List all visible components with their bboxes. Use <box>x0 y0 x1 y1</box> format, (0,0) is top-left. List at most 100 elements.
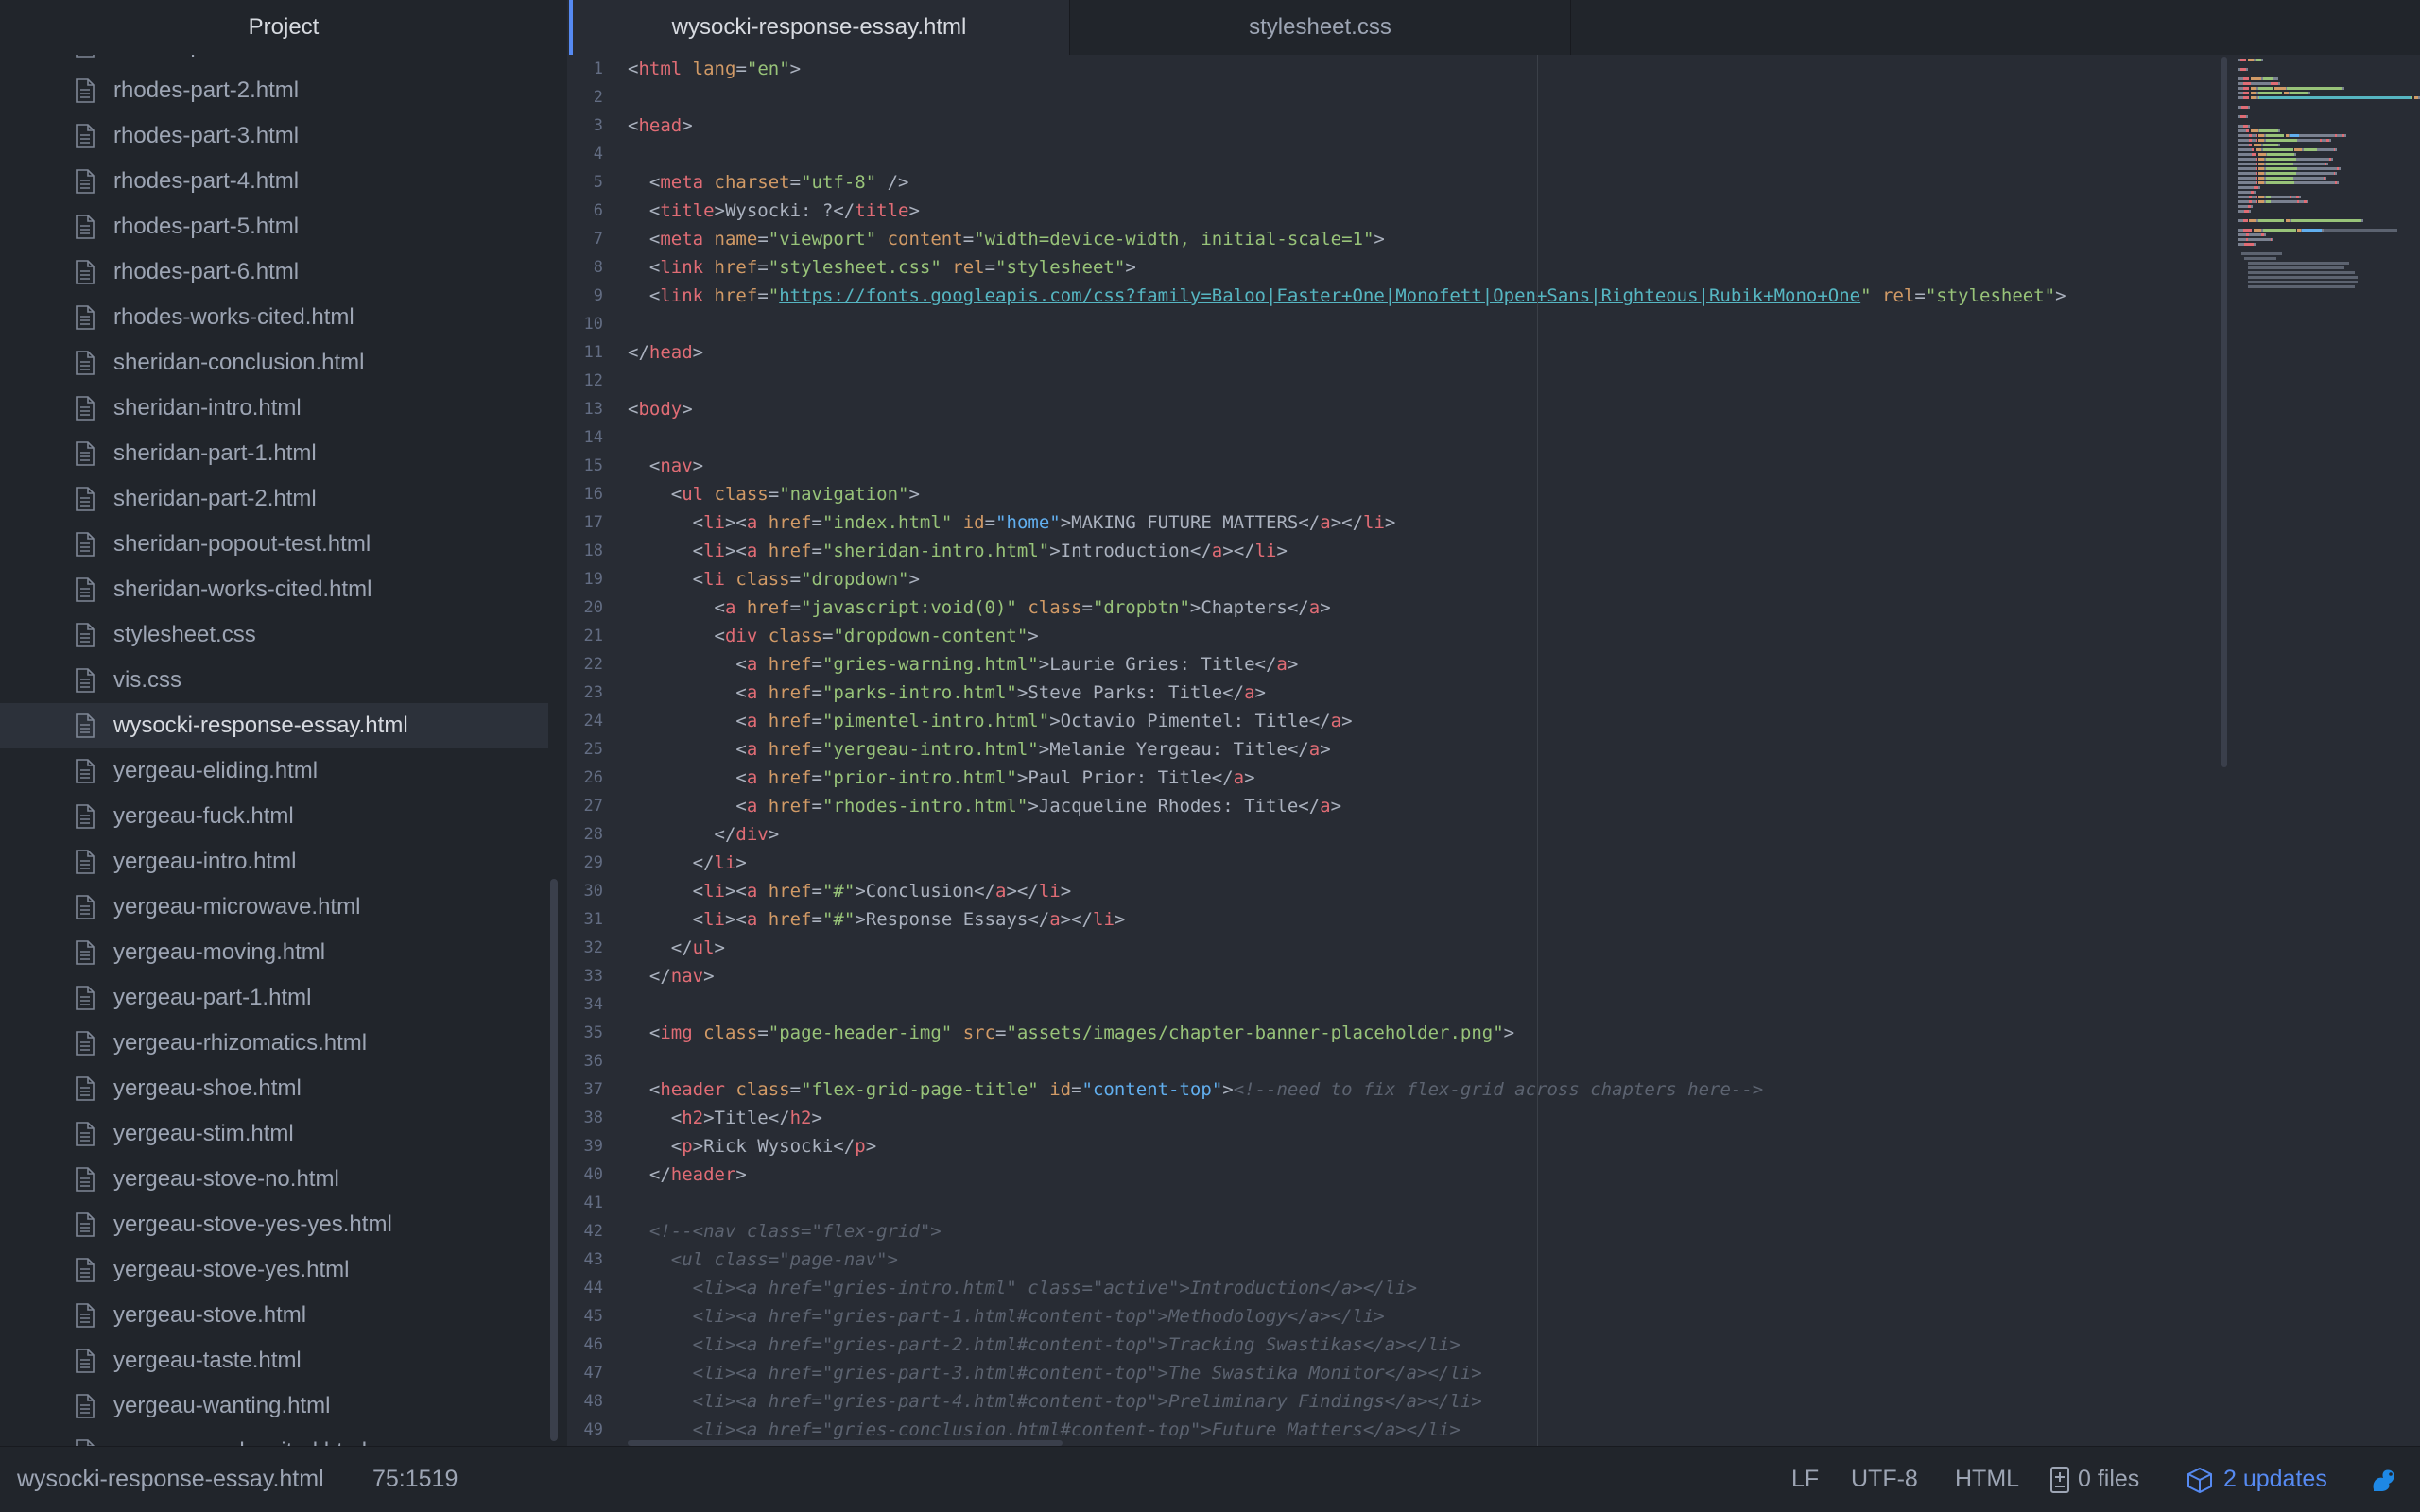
code-line[interactable]: <a href="gries-warning.html">Laurie Grie… <box>628 650 1298 679</box>
file-tree[interactable]: rhodes-part-1.htmlrhodes-part-2.htmlrhod… <box>0 0 548 1446</box>
code-token: = <box>821 626 834 646</box>
code-line[interactable]: <head> <box>628 112 693 140</box>
code-line[interactable]: <nav> <box>628 452 703 480</box>
code-area[interactable]: <html lang="en"> <head> <meta charset="ut… <box>628 55 2235 1446</box>
code-line[interactable]: <link href="https://fonts.googleapis.com… <box>628 282 2066 310</box>
code-line[interactable]: <li><a href="index.html" id="home">MAKIN… <box>628 508 1396 537</box>
code-line[interactable]: </ul> <box>628 934 725 962</box>
code-line[interactable]: <li><a href="gries-part-4.html#content-t… <box>628 1387 1482 1416</box>
code-line[interactable]: <meta charset="utf-8" /> <box>628 168 909 197</box>
status-encoding[interactable]: UTF-8 <box>1851 1447 1918 1511</box>
file-item[interactable]: yergeau-rhizomatics.html <box>0 1021 548 1066</box>
minimap-token <box>2238 191 2251 194</box>
file-item[interactable]: yergeau-stove-yes.html <box>0 1247 548 1293</box>
status-line-ending[interactable]: LF <box>1791 1447 1819 1511</box>
status-grammar[interactable]: HTML <box>1955 1447 2019 1511</box>
minimap-token <box>2255 181 2257 184</box>
file-item[interactable]: vis.css <box>0 658 548 703</box>
file-item[interactable]: yergeau-fuck.html <box>0 794 548 839</box>
code-line[interactable]: </li> <box>628 849 747 877</box>
code-line[interactable]: <h2>Title</h2> <box>628 1104 822 1132</box>
code-line[interactable]: <li><a href="#">Response Essays</a></li> <box>628 905 1126 934</box>
file-item[interactable]: sheridan-popout-test.html <box>0 522 548 567</box>
status-updates[interactable]: 2 updates <box>2186 1447 2327 1511</box>
status-file-path[interactable]: wysocki-response-essay.html <box>17 1447 324 1511</box>
file-item[interactable]: yergeau-intro.html <box>0 839 548 885</box>
status-git-files[interactable]: 0 files <box>2049 1447 2139 1511</box>
code-line[interactable]: </nav> <box>628 962 715 990</box>
file-item[interactable]: yergeau-eliding.html <box>0 748 548 794</box>
file-item[interactable]: yergeau-wanting.html <box>0 1383 548 1429</box>
file-item[interactable]: yergeau-stove.html <box>0 1293 548 1338</box>
code-line[interactable]: <li><a href="#">Conclusion</a></li> <box>628 877 1072 905</box>
file-item[interactable]: yergeau-part-1.html <box>0 975 548 1021</box>
code-line[interactable]: <p>Rick Wysocki</p> <box>628 1132 876 1160</box>
code-editor[interactable]: 1 2 3 4 5 6 7 8 9 10 11 12 13 14 15 16 17 18 19 20 21 22 23 24 2… <box>569 55 2420 1446</box>
code-line[interactable]: <title>Wysocki: ?</title> <box>628 197 920 225</box>
file-item[interactable]: sheridan-intro.html <box>0 386 548 431</box>
file-item[interactable]: sheridan-part-1.html <box>0 431 548 476</box>
code-line[interactable]: <li><a href="gries-part-1.html#content-t… <box>628 1302 1385 1331</box>
editor-scrollbar[interactable] <box>2221 57 2227 767</box>
code-line[interactable]: <html lang="en"> <box>628 55 801 83</box>
code-line[interactable]: <div class="dropdown-content"> <box>628 622 1039 650</box>
file-item[interactable]: sheridan-conclusion.html <box>0 340 548 386</box>
code-line[interactable]: <!--<nav class="flex-grid"> <box>628 1217 942 1246</box>
code-token: </ <box>628 342 649 363</box>
code-line[interactable]: <a href="yergeau-intro.html">Melanie Yer… <box>628 735 1330 764</box>
file-item[interactable]: stylesheet.css <box>0 612 548 658</box>
tab-wysocki-response-essay[interactable]: wysocki-response-essay.html <box>569 0 1070 55</box>
file-item[interactable]: yergeau-shoe.html <box>0 1066 548 1111</box>
file-item[interactable]: yergeau-moving.html <box>0 930 548 975</box>
file-item[interactable]: rhodes-part-5.html <box>0 204 548 249</box>
code-line[interactable]: </header> <box>628 1160 747 1189</box>
code-line[interactable]: <meta name="viewport" content="width=dev… <box>628 225 1385 253</box>
squirrel-icon[interactable] <box>2368 1447 2398 1511</box>
code-line[interactable]: <a href="rhodes-intro.html">Jacqueline R… <box>628 792 1341 820</box>
code-line[interactable]: <ul class="navigation"> <box>628 480 920 508</box>
code-line[interactable]: <a href="pimentel-intro.html">Octavio Pi… <box>628 707 1352 735</box>
file-item[interactable]: sheridan-part-2.html <box>0 476 548 522</box>
code-token: href <box>768 541 812 561</box>
code-line[interactable]: </head> <box>628 338 703 367</box>
code-line[interactable]: </div> <box>628 820 780 849</box>
status-cursor-position[interactable]: 75:1519 <box>372 1447 458 1511</box>
code-line[interactable]: <li><a href="gries-part-3.html#content-t… <box>628 1359 1482 1387</box>
sidebar-scrollbar[interactable] <box>550 879 558 1441</box>
file-item[interactable]: yergeau-stim.html <box>0 1111 548 1157</box>
file-item[interactable]: yergeau-stove-no.html <box>0 1157 548 1202</box>
file-item[interactable]: wysocki-response-essay.html <box>0 703 548 748</box>
code-line[interactable]: <a href="javascript:void(0)" class="drop… <box>628 593 1331 622</box>
file-item[interactable]: rhodes-part-4.html <box>0 159 548 204</box>
code-token: > <box>682 115 693 136</box>
minimap-token <box>2257 87 2273 90</box>
code-line[interactable]: <img class="page-header-img" src="assets… <box>628 1019 1514 1047</box>
file-item[interactable]: rhodes-part-6.html <box>0 249 548 295</box>
line-number: 33 <box>583 967 603 986</box>
code-line[interactable]: <link href="stylesheet.css" rel="stylesh… <box>628 253 1136 282</box>
minimap-token <box>2238 158 2256 161</box>
code-line[interactable]: <li><a href="gries-part-2.html#content-t… <box>628 1331 1461 1359</box>
code-line[interactable]: <li><a href="gries-intro.html" class="ac… <box>628 1274 1417 1302</box>
code-line[interactable]: <header class="flex-grid-page-title" id=… <box>628 1075 1763 1104</box>
code-line[interactable]: <li><a href="sheridan-intro.html">Introd… <box>628 537 1288 565</box>
code-line[interactable]: <ul class="page-nav"> <box>628 1246 898 1274</box>
code-line[interactable]: <li class="dropdown"> <box>628 565 920 593</box>
file-item[interactable]: sheridan-works-cited.html <box>0 567 548 612</box>
file-item[interactable]: yergeau-microwave.html <box>0 885 548 930</box>
file-item[interactable]: rhodes-part-3.html <box>0 113 548 159</box>
code-token: = <box>811 767 822 788</box>
code-line[interactable]: <body> <box>628 395 693 423</box>
file-name: rhodes-works-cited.html <box>113 304 354 330</box>
file-item[interactable]: yergeau-taste.html <box>0 1338 548 1383</box>
file-item[interactable]: yergeau-stove-yes-yes.html <box>0 1202 548 1247</box>
minimap[interactable] <box>2231 55 2420 1446</box>
file-name: yergeau-microwave.html <box>113 894 361 919</box>
file-item[interactable]: rhodes-works-cited.html <box>0 295 548 340</box>
file-item[interactable]: yergeau-works-cited.html <box>0 1429 548 1446</box>
tab-stylesheet[interactable]: stylesheet.css <box>1070 0 1571 55</box>
file-item[interactable]: rhodes-part-2.html <box>0 68 548 113</box>
code-line[interactable]: <a href="parks-intro.html">Steve Parks: … <box>628 679 1266 707</box>
code-line[interactable]: <a href="prior-intro.html">Paul Prior: T… <box>628 764 1254 792</box>
